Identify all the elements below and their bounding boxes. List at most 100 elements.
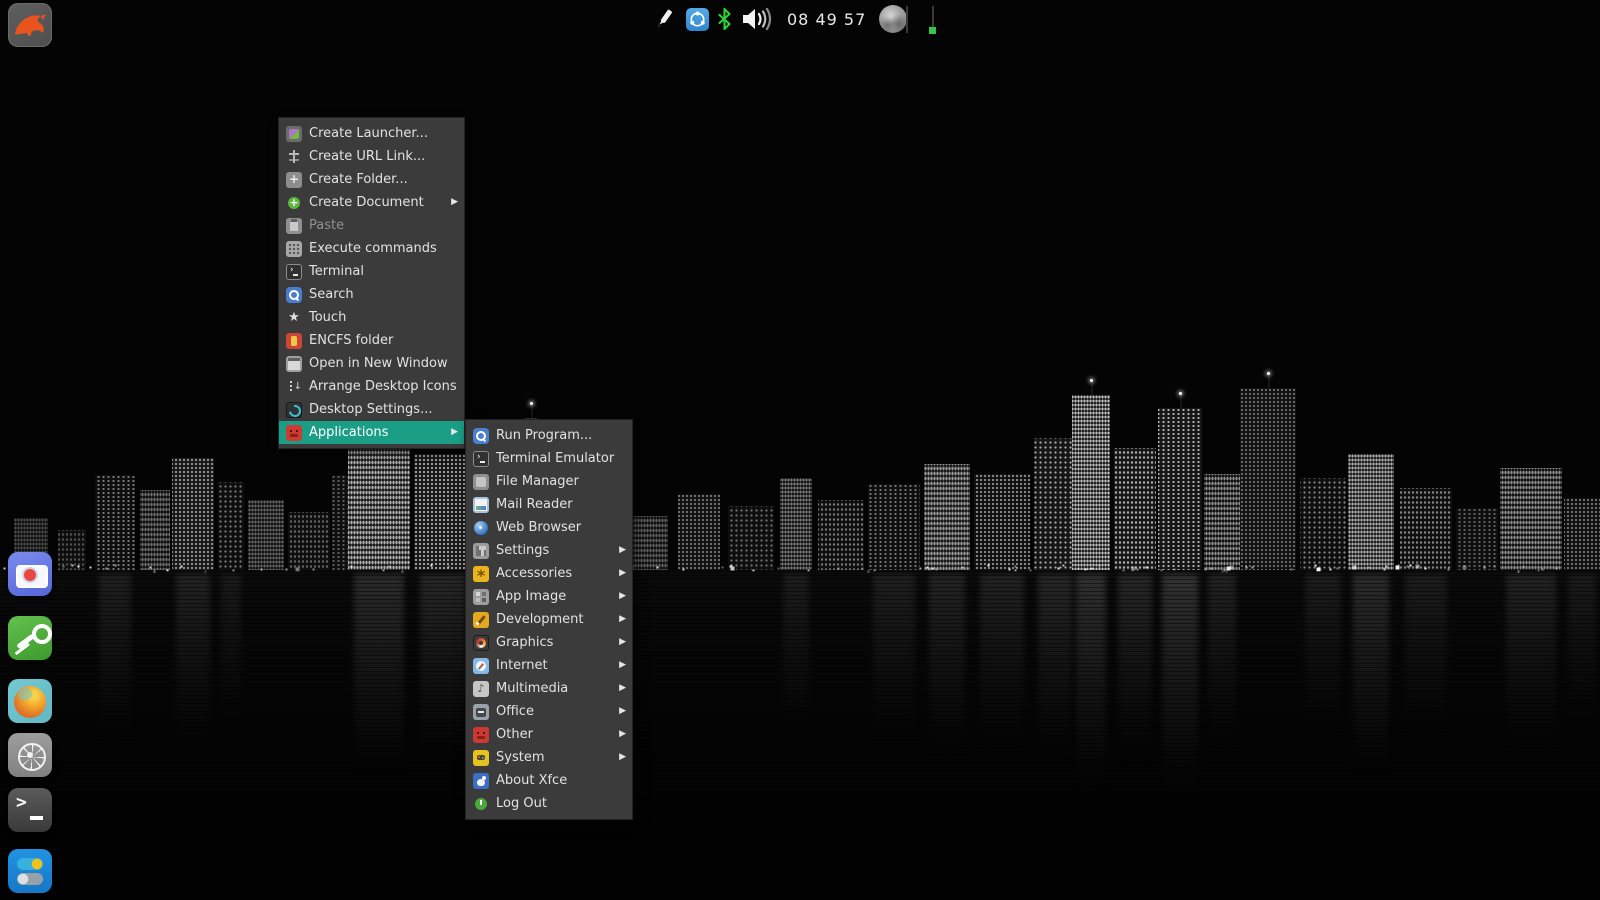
clock[interactable]: 08 49 57 xyxy=(783,10,870,29)
menu-item-terminal[interactable]: Terminal xyxy=(279,260,464,283)
menu-item-label: Web Browser xyxy=(496,520,582,535)
building xyxy=(1204,474,1240,570)
menu-item-development[interactable]: Development ▶ xyxy=(466,608,632,631)
submenu-arrow-icon: ▶ xyxy=(619,660,626,670)
create-url-link-icon xyxy=(286,149,302,165)
menu-item-label: Other xyxy=(496,727,533,742)
applications-other-icon xyxy=(286,424,302,441)
menu-item-log-out[interactable]: Log Out xyxy=(466,792,632,815)
shortcut-kubernetes-icon[interactable] xyxy=(8,733,52,777)
multimedia-icon xyxy=(473,680,489,697)
antenna xyxy=(1268,374,1270,388)
menu-item-encfs-folder[interactable]: ENCFS folder xyxy=(279,329,464,352)
menu-item-accessories[interactable]: Accessories ▶ xyxy=(466,562,632,585)
dolphin-icon xyxy=(15,14,46,36)
menu-item-label: File Manager xyxy=(496,474,579,489)
volume-icon[interactable] xyxy=(740,6,774,32)
about-xfce-icon xyxy=(473,772,489,789)
menu-item-graphics[interactable]: Graphics ▶ xyxy=(466,631,632,654)
building xyxy=(172,458,214,570)
submenu-arrow-icon: ▶ xyxy=(619,637,626,647)
panel-separator xyxy=(906,6,908,33)
submenu-arrow-icon: ▶ xyxy=(619,683,626,693)
menu-item-label: Internet xyxy=(496,658,548,673)
building xyxy=(678,494,720,570)
menu-item-label: Create Launcher... xyxy=(309,126,428,141)
building xyxy=(1114,448,1156,570)
antenna xyxy=(531,404,533,418)
menu-item-label: Mail Reader xyxy=(496,497,573,512)
menu-item-label: Touch xyxy=(309,310,347,325)
menu-item-label: Terminal xyxy=(309,264,364,279)
menu-item-about-xfce[interactable]: About Xfce xyxy=(466,769,632,792)
submenu-arrow-icon: ▶ xyxy=(619,568,626,578)
menu-item-terminal-emulator[interactable]: Terminal Emulator xyxy=(466,447,632,470)
menu-item-create-folder[interactable]: Create Folder... xyxy=(279,168,464,191)
menu-item-search[interactable]: Search xyxy=(279,283,464,306)
submenu-arrow-icon: ▶ xyxy=(619,591,626,601)
building xyxy=(248,500,284,570)
shortcut-key-icon[interactable] xyxy=(8,616,52,660)
shortcut-camera-icon[interactable] xyxy=(8,552,52,596)
shortcut-settings-toggles-icon[interactable] xyxy=(8,849,52,893)
menu-item-multimedia[interactable]: Multimedia ▶ xyxy=(466,677,632,700)
stylus-icon[interactable] xyxy=(655,7,677,31)
menu-item-internet[interactable]: Internet ▶ xyxy=(466,654,632,677)
network-share-icon[interactable] xyxy=(686,7,709,31)
beacon-light xyxy=(530,402,533,405)
submenu-arrow-icon: ▶ xyxy=(619,545,626,555)
menu-item-create-launcher[interactable]: Create Launcher... xyxy=(279,122,464,145)
building xyxy=(924,464,970,570)
menu-item-label: Office xyxy=(496,704,534,719)
building xyxy=(1456,508,1498,570)
system-tray: 08 49 57 xyxy=(655,0,908,38)
menu-item-label: Create Folder... xyxy=(309,172,408,187)
menu-item-label: Create Document xyxy=(309,195,424,210)
menu-item-open-in-new-window[interactable]: Open in New Window xyxy=(279,352,464,375)
menu-item-arrange-desktop-icons[interactable]: Arrange Desktop Icons xyxy=(279,375,464,398)
building xyxy=(95,475,135,570)
building xyxy=(1348,454,1394,570)
menu-item-other[interactable]: Other ▶ xyxy=(466,723,632,746)
submenu-arrow-icon: ▶ xyxy=(451,197,458,207)
menu-item-label: Search xyxy=(309,287,354,302)
paste-icon xyxy=(286,217,302,234)
building xyxy=(348,448,410,570)
encfs-folder-icon xyxy=(286,332,302,349)
menu-item-file-manager[interactable]: File Manager xyxy=(466,470,632,493)
menu-item-web-browser[interactable]: Web Browser xyxy=(466,516,632,539)
menu-item-app-image[interactable]: App Image ▶ xyxy=(466,585,632,608)
building xyxy=(728,506,774,570)
building xyxy=(1034,438,1076,570)
accessories-icon xyxy=(473,565,489,582)
dolphin-launcher-icon[interactable] xyxy=(8,3,52,47)
menu-item-applications[interactable]: Applications ▶ xyxy=(279,421,464,444)
menu-item-settings[interactable]: Settings ▶ xyxy=(466,539,632,562)
building xyxy=(1400,488,1452,570)
menu-item-label: Settings xyxy=(496,543,550,558)
submenu-arrow-icon: ▶ xyxy=(619,729,626,739)
execute-commands-icon xyxy=(286,240,302,257)
system-icon xyxy=(473,749,489,766)
building xyxy=(218,482,244,570)
menu-item-touch[interactable]: Touch xyxy=(279,306,464,329)
menu-item-label: Create URL Link... xyxy=(309,149,426,164)
menu-item-office[interactable]: Office ▶ xyxy=(466,700,632,723)
menu-item-execute-commands[interactable]: Execute commands xyxy=(279,237,464,260)
wallpaper xyxy=(0,0,1600,900)
bluetooth-icon[interactable] xyxy=(718,8,731,30)
menu-item-mail-reader[interactable]: Mail Reader xyxy=(466,493,632,516)
menu-item-create-document[interactable]: Create Document ▶ xyxy=(279,191,464,214)
moon-phase-icon[interactable] xyxy=(879,5,908,33)
menu-item-create-url-link[interactable]: Create URL Link... xyxy=(279,145,464,168)
menu-item-system[interactable]: System ▶ xyxy=(466,746,632,769)
menu-item-paste[interactable]: Paste xyxy=(279,214,464,237)
shortcut-firefox-icon[interactable] xyxy=(8,679,52,723)
menu-item-desktop-settings[interactable]: Desktop Settings... xyxy=(279,398,464,421)
shortcut-terminal-icon[interactable] xyxy=(8,788,52,832)
beacon-light xyxy=(1090,379,1093,382)
menu-item-label: Multimedia xyxy=(496,681,569,696)
menu-item-run-program[interactable]: Run Program... xyxy=(466,424,632,447)
menu-item-label: Open in New Window xyxy=(309,356,448,371)
building xyxy=(1240,388,1296,570)
